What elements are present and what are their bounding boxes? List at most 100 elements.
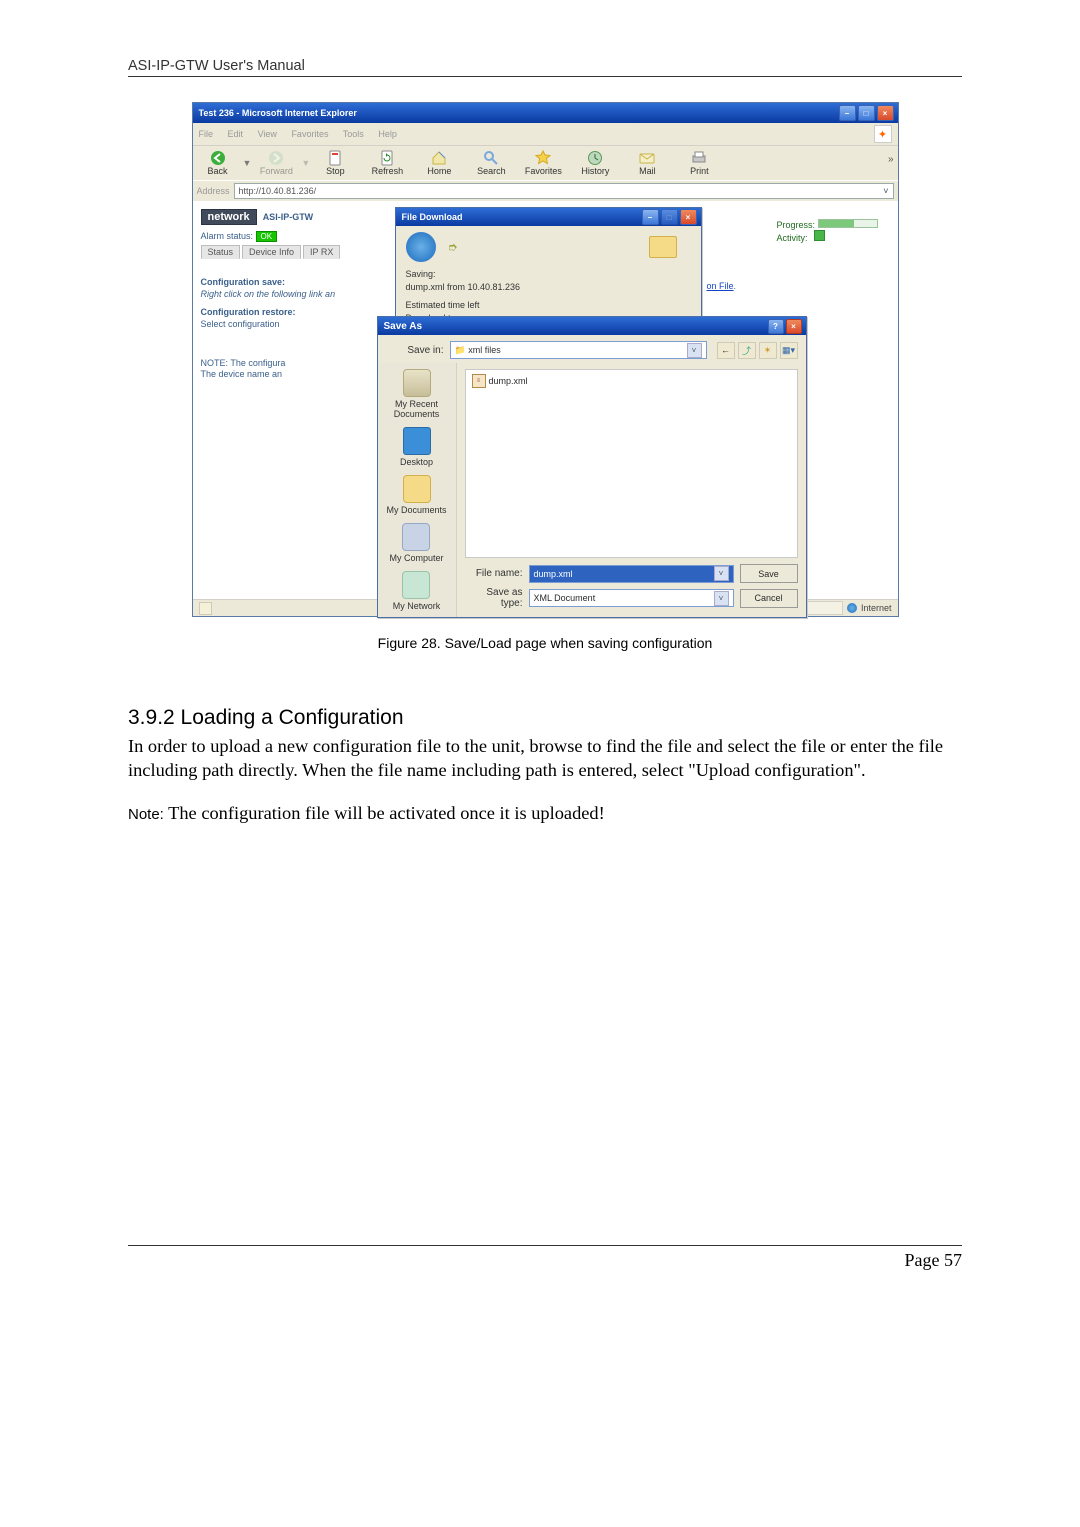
on-file-link[interactable]: on File	[707, 281, 734, 291]
stop-icon	[327, 150, 343, 166]
menu-view[interactable]: View	[258, 129, 277, 139]
status-left-icon	[199, 602, 212, 615]
save-in-label: Save in:	[386, 345, 444, 356]
toolbar: Back ▼ Forward ▼ Stop	[193, 146, 898, 180]
tab-ip-rx[interactable]: IP RX	[303, 245, 340, 259]
xml-file-icon: ≡	[472, 374, 486, 388]
back-nav-icon[interactable]: ←	[717, 342, 735, 359]
file-item-label: dump.xml	[489, 376, 528, 386]
address-value: http://10.40.81.236/	[239, 186, 317, 196]
menu-tools[interactable]: Tools	[343, 129, 364, 139]
mail-label: Mail	[639, 166, 656, 176]
forward-icon	[268, 150, 284, 166]
address-field[interactable]: http://10.40.81.236/ ˅	[234, 183, 894, 199]
place-documents[interactable]: My Documents	[386, 475, 446, 515]
save-type-label: Save as type:	[465, 587, 523, 609]
file-name-value: dump.xml	[534, 569, 573, 579]
transfer-arrow-icon: ➮	[448, 240, 458, 254]
search-button[interactable]: Search	[472, 150, 510, 176]
save-in-combo[interactable]: 📁 xml files ˅	[450, 341, 707, 359]
place-recent-label: My Recent Documents	[378, 399, 456, 419]
up-nav-icon[interactable]: ⤴	[738, 342, 756, 359]
print-button[interactable]: Print	[680, 150, 718, 176]
favorites-button[interactable]: Favorites	[524, 150, 562, 176]
save-as-dialog: Save As ? × Save in: 📁 xml files	[377, 316, 807, 618]
back-label: Back	[207, 166, 227, 176]
note-body: The configuration file will be activated…	[164, 803, 605, 823]
screenshot-figure: Test 236 - Microsoft Internet Explorer –…	[128, 102, 962, 617]
place-computer[interactable]: My Computer	[389, 523, 443, 563]
fd-minimize-button[interactable]: –	[642, 209, 659, 225]
internet-zone-icon	[847, 603, 857, 613]
progress-meter: Progress: Activity:	[776, 219, 877, 243]
stop-button[interactable]: Stop	[316, 150, 354, 176]
menu-help[interactable]: Help	[378, 129, 397, 139]
select-config-label: Select configuration	[201, 319, 374, 330]
place-desktop[interactable]: Desktop	[400, 427, 433, 467]
tab-status[interactable]: Status	[201, 245, 241, 259]
ie-title-text: Test 236 - Microsoft Internet Explorer	[199, 108, 839, 118]
forward-button: Forward	[257, 150, 295, 176]
paragraph-1: In order to upload a new configuration f…	[128, 734, 962, 783]
note-paragraph: Note: The configuration file will be act…	[128, 801, 962, 825]
cancel-button[interactable]: Cancel	[740, 589, 798, 608]
menu-file[interactable]: File	[199, 129, 214, 139]
refresh-button[interactable]: Refresh	[368, 150, 406, 176]
estimated-time-label: Estimated time left	[406, 299, 691, 312]
history-label: History	[581, 166, 609, 176]
alarm-label: Alarm status:	[201, 231, 254, 241]
save-button[interactable]: Save	[740, 564, 798, 583]
file-name-field[interactable]: dump.xml ˅	[529, 565, 734, 583]
history-button[interactable]: History	[576, 150, 614, 176]
new-folder-icon[interactable]: ✶	[759, 342, 777, 359]
menu-edit[interactable]: Edit	[228, 129, 244, 139]
file-name-label: File name:	[465, 568, 523, 579]
fd-close-button[interactable]: ×	[680, 209, 697, 225]
folder-icon	[649, 236, 677, 258]
minimize-button[interactable]: –	[839, 105, 856, 121]
note-text: NOTE: The configura The device name an	[201, 358, 374, 380]
history-icon	[587, 150, 603, 166]
product-name: ASI-IP-GTW	[263, 212, 314, 222]
chevron-down-icon[interactable]: ˅	[714, 591, 729, 606]
star-icon	[535, 150, 551, 166]
address-bar: Address http://10.40.81.236/ ˅	[193, 180, 898, 201]
doc-header: ASI-IP-GTW User's Manual	[128, 58, 962, 74]
saving-file: dump.xml from 10.40.81.236	[406, 281, 691, 294]
save-type-field[interactable]: XML Document ˅	[529, 589, 734, 607]
place-desktop-label: Desktop	[400, 457, 433, 467]
folder-small-icon: 📁	[455, 345, 466, 356]
file-item[interactable]: ≡ dump.xml	[472, 374, 791, 388]
ie-titlebar: Test 236 - Microsoft Internet Explorer –…	[193, 103, 898, 123]
mail-button[interactable]: Mail	[628, 150, 666, 176]
save-in-value: xml files	[468, 345, 501, 355]
home-button[interactable]: Home	[420, 150, 458, 176]
section-heading: 3.9.2 Loading a Configuration	[128, 706, 962, 730]
back-dropdown-icon[interactable]: ▼	[243, 158, 252, 168]
chevron-down-icon[interactable]: ˅	[714, 566, 729, 581]
chevron-down-icon[interactable]: ˅	[883, 186, 888, 196]
help-button[interactable]: ?	[768, 319, 784, 334]
save-as-title: Save As	[384, 321, 423, 332]
globe-icon	[406, 232, 436, 262]
place-network[interactable]: My Network	[393, 571, 441, 611]
refresh-label: Refresh	[372, 166, 404, 176]
header-rule	[128, 76, 962, 77]
menu-favorites[interactable]: Favorites	[291, 129, 328, 139]
chevron-down-icon[interactable]: ˅	[687, 343, 702, 358]
print-icon	[691, 150, 707, 166]
back-button[interactable]: Back	[199, 150, 237, 176]
footer-rule	[128, 1245, 962, 1246]
sa-close-button[interactable]: ×	[786, 319, 802, 334]
file-download-title: File Download	[402, 212, 463, 222]
tab-device-info[interactable]: Device Info	[242, 245, 301, 259]
file-list[interactable]: ≡ dump.xml	[465, 369, 798, 558]
close-button[interactable]: ×	[877, 105, 894, 121]
place-recent[interactable]: My Recent Documents	[378, 369, 456, 419]
favorites-label: Favorites	[525, 166, 562, 176]
ie-logo-icon: ✦	[874, 125, 892, 143]
maximize-button[interactable]: □	[858, 105, 875, 121]
toolbar-overflow-icon[interactable]: »	[888, 154, 894, 165]
views-icon[interactable]: ▦▾	[780, 342, 798, 359]
refresh-icon	[379, 150, 395, 166]
